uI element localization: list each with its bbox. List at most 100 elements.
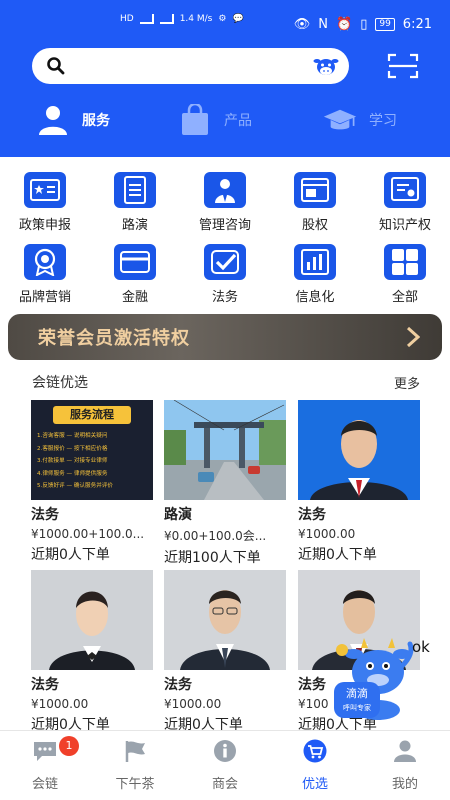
- bottom-nav: 1 会链 下午茶 商会 优选 我的: [0, 730, 450, 800]
- user-icon: [394, 740, 416, 762]
- bar-chart-icon: [294, 244, 336, 280]
- scan-icon[interactable]: [387, 52, 419, 80]
- street-scene-thumbnail: [164, 400, 286, 500]
- category-policy[interactable]: 政策申报: [0, 172, 90, 233]
- person-icon: [39, 106, 67, 135]
- portrait-thumbnail: [298, 400, 420, 500]
- nav-featured[interactable]: 优选: [270, 739, 360, 792]
- category-all[interactable]: 全部: [360, 244, 450, 305]
- thumb-title: 服务流程: [53, 406, 131, 424]
- checkmark-icon: [204, 244, 246, 280]
- category-branding[interactable]: 品牌营销: [0, 244, 90, 305]
- category-label: 金融: [121, 290, 148, 305]
- nav-chain[interactable]: 1 会链: [0, 736, 90, 792]
- category-label: 全部: [391, 290, 418, 305]
- nav-chamber[interactable]: 商会: [180, 739, 270, 792]
- nav-label: 我的: [391, 777, 418, 792]
- call-expert-label: 滴滴: [346, 687, 368, 700]
- category-it[interactable]: 信息化: [270, 244, 360, 305]
- nfc-icon: N: [318, 17, 328, 32]
- status-left: HD 1.4 M/s ⚙ 💬: [120, 14, 244, 24]
- vip-banner[interactable]: 荣誉会员激活特权: [8, 314, 442, 360]
- category-label: 管理咨询: [198, 218, 251, 233]
- status-bar: HD 1.4 M/s ⚙ 💬 👁 N ⏰ ▯ 99 6:21: [0, 0, 450, 38]
- product-orders: 近期0人下单: [31, 547, 110, 563]
- thumb-step: 5.反馈好评 — 确认服务并评价: [37, 483, 114, 489]
- product-price: ¥0.00+100.0会...: [164, 529, 267, 543]
- info-icon: [214, 740, 236, 762]
- category-ip[interactable]: 知识产权: [360, 172, 450, 233]
- nav-mine[interactable]: 我的: [360, 739, 450, 792]
- search-bar[interactable]: [32, 48, 349, 84]
- battery-icon: 99: [375, 18, 395, 31]
- portrait-thumbnail: [31, 570, 153, 670]
- header: HD 1.4 M/s ⚙ 💬 👁 N ⏰ ▯ 99 6:21 服务 产品 学习: [0, 0, 450, 157]
- certificate-icon: [384, 172, 426, 208]
- product-orders: 近期0人下单: [298, 547, 377, 563]
- document-icon: [114, 172, 156, 208]
- signal-icon: [139, 14, 154, 24]
- nav-label: 优选: [301, 777, 328, 792]
- category-consulting[interactable]: 管理咨询: [180, 172, 270, 233]
- unread-badge: 1: [59, 736, 79, 756]
- product-card[interactable]: 法务 ¥1000.00 近期0人下单: [164, 570, 286, 734]
- chevron-right-icon: [406, 326, 420, 348]
- vibrate-icon: ▯: [360, 17, 368, 32]
- thumb-step: 1.咨询客服 — 说明相关疑问: [37, 433, 108, 439]
- cow-mascot-icon: [313, 59, 339, 75]
- thumb-step: 4.律师服务 — 律师提供服务: [37, 470, 108, 477]
- graduation-cap-icon: [323, 109, 357, 130]
- section-title: 会链优选: [32, 375, 88, 391]
- thumb-steps: 1.咨询客服 — 说明相关疑问 2.客服报价 — 按下相应价格 3.付款接单 —…: [37, 430, 147, 493]
- category-roadshow[interactable]: 路演: [90, 172, 180, 233]
- category-label: 品牌营销: [18, 290, 71, 305]
- tab-product-label: 产品: [224, 113, 252, 129]
- nav-label: 商会: [211, 777, 238, 792]
- more-link[interactable]: 更多: [394, 373, 420, 392]
- product-card[interactable]: 服务流程 1.咨询客服 — 说明相关疑问 2.客服报价 — 按下相应价格 3.付…: [31, 400, 153, 564]
- nav-tea[interactable]: 下午茶: [90, 739, 180, 792]
- service-flow-thumbnail: 服务流程 1.咨询客服 — 说明相关疑问 2.客服报价 — 按下相应价格 3.付…: [31, 400, 153, 500]
- call-expert-sub: 呼叫专家: [343, 704, 371, 712]
- chat-icon: [34, 742, 56, 761]
- category-equity[interactable]: 股权: [270, 172, 360, 233]
- ok-text: ok: [412, 638, 430, 656]
- tab-product[interactable]: 产品: [178, 100, 252, 140]
- product-card[interactable]: 路演 ¥0.00+100.0会... 近期100人下单: [164, 400, 286, 567]
- product-price: ¥1000.00: [164, 697, 222, 711]
- category-legal[interactable]: 法务: [180, 244, 270, 305]
- tab-service[interactable]: 服务: [36, 100, 110, 140]
- banner-text: 荣誉会员激活特权: [38, 328, 190, 349]
- product-title: 法务: [31, 507, 59, 523]
- product-title: 法务: [31, 677, 59, 693]
- window-icon: [294, 172, 336, 208]
- product-title: 法务: [298, 507, 326, 523]
- card-icon: [114, 244, 156, 280]
- hd-indicator: HD: [120, 14, 134, 24]
- product-orders: 近期100人下单: [164, 550, 261, 566]
- category-label: 知识产权: [378, 218, 431, 233]
- category-finance[interactable]: 金融: [90, 244, 180, 305]
- category-label: 信息化: [295, 290, 335, 305]
- category-tabs: 服务 产品 学习: [0, 100, 450, 140]
- product-price: ¥1000.00: [31, 697, 89, 711]
- settings-notif-icon: ⚙: [218, 14, 227, 24]
- bag-icon: [182, 104, 208, 135]
- signal-icon-2: [159, 14, 174, 24]
- product-card[interactable]: 法务 ¥1000.00 近期0人下单: [298, 400, 420, 564]
- product-card[interactable]: 法务 ¥1000.00 近期0人下单: [31, 570, 153, 734]
- nav-label: 会链: [31, 777, 58, 792]
- award-icon: [24, 244, 66, 280]
- category-label: 法务: [211, 290, 238, 305]
- nav-label: 下午茶: [115, 777, 155, 792]
- call-expert-bubble: 滴滴 呼叫专家: [334, 682, 380, 718]
- product-price: ¥1000.00+100.0...: [31, 527, 145, 541]
- status-right: 👁 N ⏰ ▯ 99 6:21: [294, 17, 432, 32]
- manager-icon: [204, 172, 246, 208]
- call-expert-button[interactable]: ok 滴滴 呼叫专家: [328, 632, 446, 724]
- cart-icon: [303, 739, 327, 763]
- eye-icon: 👁: [293, 17, 311, 32]
- tab-learn[interactable]: 学习: [323, 100, 397, 140]
- category-label: 政策申报: [18, 218, 71, 233]
- product-title: 法务: [164, 677, 192, 693]
